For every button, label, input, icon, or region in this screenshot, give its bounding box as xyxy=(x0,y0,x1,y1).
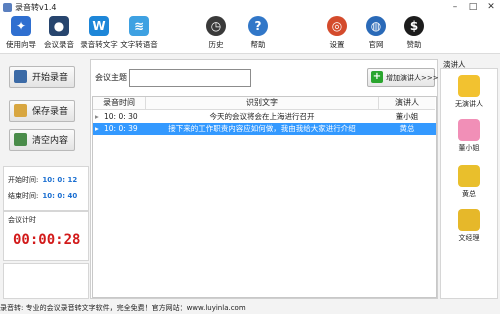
toolbar-record-button[interactable]: ● 会议录音 xyxy=(39,16,79,52)
minion-avatar-icon xyxy=(458,75,480,97)
speaker-item[interactable]: 董小姐 xyxy=(449,119,489,153)
toolbar-donate-button[interactable]: $ 赞助 xyxy=(394,16,434,52)
end-time-row: 结束时间: 10: 0: 40 xyxy=(8,192,78,200)
microphone-icon: ● xyxy=(49,16,69,36)
save-icon xyxy=(14,104,27,117)
minimize-icon[interactable]: – xyxy=(446,1,464,13)
close-icon[interactable]: ✕ xyxy=(482,1,500,13)
table-row[interactable]: ▸ 10: 0: 30 今天的会议将会在上海进行召开 董小姐 xyxy=(93,111,436,123)
duration-label: 会议计时 xyxy=(8,216,36,224)
app-icon xyxy=(3,3,12,12)
toolbar: ✦ 使用向导 ● 会议录音 W 录音转文字 ≋ 文字转语音 ◷ 历史 ? 帮助 … xyxy=(0,15,500,54)
duration-value: 00:00:28 xyxy=(13,232,81,248)
history-clock-icon: ◷ xyxy=(206,16,226,36)
minion-avatar-icon xyxy=(458,165,480,187)
add-plus-icon: + xyxy=(371,71,383,83)
toolbar-text-to-speech-button[interactable]: ≋ 文字转语音 xyxy=(119,16,159,52)
clear-content-button[interactable]: 清空内容 xyxy=(9,129,75,151)
toolbar-guide-button[interactable]: ✦ 使用向导 xyxy=(1,16,41,52)
duration-panel: 会议计时 00:00:28 xyxy=(3,211,89,261)
clear-icon xyxy=(14,133,27,146)
column-header-speaker[interactable]: 演讲人 xyxy=(379,97,435,110)
record-icon xyxy=(14,70,27,83)
transcript-table: 录音时间 识别文字 演讲人 ▸ 10: 0: 30 今天的会议将会在上海进行召开… xyxy=(92,96,437,298)
time-panel: 开始时间: 10: 0: 12 结束时间: 10: 0: 40 xyxy=(3,166,89,211)
left-bottom-panel xyxy=(3,263,89,299)
speaker-item[interactable]: 无演讲人 xyxy=(449,75,489,109)
toolbar-help-button[interactable]: ? 帮助 xyxy=(238,16,278,52)
globe-icon: ◍ xyxy=(366,16,386,36)
add-speaker-button[interactable]: + 增加演讲人>>> xyxy=(367,68,439,87)
status-bar: 录音转: 专业的会议录音转文字软件，完全免费！官方网站：www.luyinla.… xyxy=(0,302,500,314)
speaker-item[interactable]: 文经理 xyxy=(449,209,489,243)
save-record-button[interactable]: 保存录音 xyxy=(9,100,75,122)
toolbar-audio-to-text-button[interactable]: W 录音转文字 xyxy=(79,16,119,52)
toolbar-settings-button[interactable]: ◎ 设置 xyxy=(317,16,357,52)
window-title: 录音转v1.4 xyxy=(15,3,57,12)
money-bag-icon: $ xyxy=(404,16,424,36)
start-time-row: 开始时间: 10: 0: 12 xyxy=(8,176,78,184)
start-record-button[interactable]: 开始录音 xyxy=(9,66,75,88)
topic-input[interactable] xyxy=(129,69,251,87)
blue-wand-icon: ✦ xyxy=(11,16,31,36)
topic-label: 会议主题 xyxy=(95,73,127,82)
column-header-time[interactable]: 录音时间 xyxy=(93,97,146,110)
settings-lifebuoy-icon: ◎ xyxy=(327,16,347,36)
help-question-icon: ? xyxy=(248,16,268,36)
column-header-text[interactable]: 识别文字 xyxy=(146,97,379,110)
speech-doc-icon: ≋ xyxy=(129,16,149,36)
word-doc-icon: W xyxy=(89,16,109,36)
speaker-item[interactable]: 黄总 xyxy=(449,165,489,199)
maximize-icon[interactable]: □ xyxy=(464,1,482,13)
toolbar-history-button[interactable]: ◷ 历史 xyxy=(196,16,236,52)
toolbar-website-button[interactable]: ◍ 官网 xyxy=(356,16,396,52)
pink-avatar-icon xyxy=(458,119,480,141)
row-arrow-icon: ▸ xyxy=(95,112,99,121)
minion-avatar-icon xyxy=(458,209,480,231)
row-arrow-icon: ▸ xyxy=(95,124,99,133)
title-bar: 录音转v1.4 – □ ✕ xyxy=(0,0,500,16)
speakers-panel: 无演讲人 董小姐 黄总 文经理 xyxy=(440,68,498,299)
table-row-selected[interactable]: ▸ 10: 0: 39 接下来的工作职责内容应如何做，我由我给大家进行介绍 黄总 xyxy=(93,123,436,135)
